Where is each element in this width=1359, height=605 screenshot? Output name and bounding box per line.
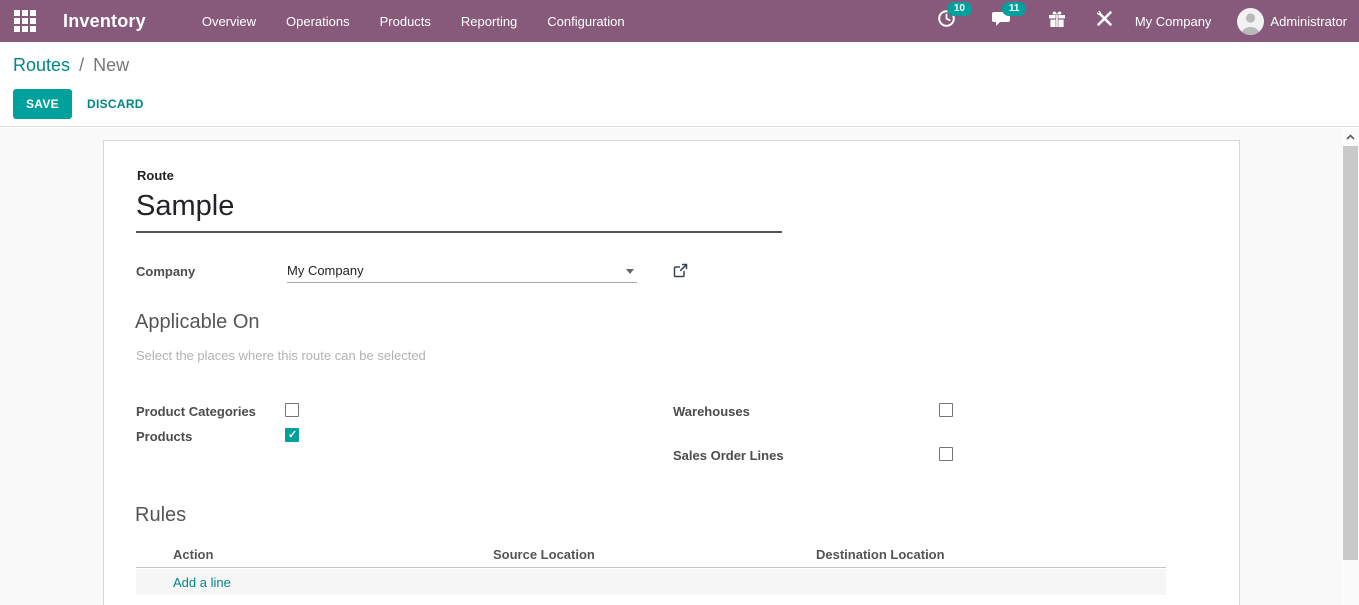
nav-item-reporting[interactable]: Reporting: [461, 10, 517, 33]
nav-item-products[interactable]: Products: [380, 10, 431, 33]
user-menu[interactable]: Administrator: [1270, 14, 1347, 29]
developer-tools-menu[interactable]: [1096, 10, 1113, 32]
nav-item-configuration[interactable]: Configuration: [547, 10, 624, 33]
sales-order-lines-label: Sales Order Lines: [673, 448, 784, 463]
products-label: Products: [136, 429, 192, 444]
control-panel: Routes / New SAVE DISCARD: [0, 42, 1359, 127]
rules-add-row[interactable]: Add a line: [136, 569, 1166, 595]
rules-table: Action Source Location Destination Locat…: [136, 545, 1166, 595]
company-switcher[interactable]: My Company: [1135, 14, 1212, 29]
warehouses-row: Warehouses: [673, 403, 750, 419]
app-title[interactable]: Inventory: [63, 11, 146, 32]
scrollbar-thumb[interactable]: [1343, 146, 1358, 560]
route-name-input[interactable]: Sample: [136, 189, 782, 233]
rules-col-action: Action: [173, 547, 213, 562]
apps-grid-icon[interactable]: [14, 10, 36, 32]
breadcrumb-routes-link[interactable]: Routes: [13, 55, 70, 75]
breadcrumb-separator: /: [79, 55, 84, 75]
content-area: Route Sample Company My Company Applicab…: [0, 128, 1359, 605]
breadcrumb-current: New: [93, 55, 129, 75]
product-categories-checkbox[interactable]: [285, 403, 299, 417]
product-categories-label: Product Categories: [136, 404, 256, 419]
rules-title: Rules: [135, 504, 186, 527]
company-select[interactable]: My Company: [287, 263, 637, 283]
company-field-label: Company: [136, 264, 195, 279]
sales-order-lines-checkbox[interactable]: [939, 447, 953, 461]
sales-order-lines-row: Sales Order Lines: [673, 447, 784, 463]
company-select-value: My Company: [287, 263, 364, 278]
control-panel-buttons: SAVE DISCARD: [13, 89, 1346, 119]
company-row: Company My Company: [136, 263, 736, 281]
product-categories-row: Product Categories: [136, 403, 256, 419]
rules-table-header: Action Source Location Destination Locat…: [136, 545, 1166, 568]
warehouses-label: Warehouses: [673, 404, 750, 419]
user-avatar[interactable]: [1237, 8, 1264, 35]
gift-icon: [1048, 10, 1066, 33]
scroll-up-button[interactable]: [1342, 128, 1359, 146]
products-row: Products: [136, 428, 192, 444]
nav-item-operations[interactable]: Operations: [286, 10, 350, 33]
add-a-line-link[interactable]: Add a line: [173, 575, 231, 590]
rules-col-destination-location: Destination Location: [816, 547, 945, 562]
messages-count-badge: 11: [1002, 2, 1027, 16]
activity-count-badge: 10: [947, 2, 972, 16]
nav-menu: Overview Operations Products Reporting C…: [202, 10, 625, 33]
activity-menu[interactable]: 10: [937, 9, 956, 33]
tools-icon: [1096, 10, 1113, 32]
gift-menu[interactable]: [1048, 10, 1066, 33]
chevron-down-icon: [626, 269, 634, 274]
external-link-icon[interactable]: [673, 263, 688, 283]
products-checkbox[interactable]: [285, 428, 299, 442]
form-sheet: Route Sample Company My Company Applicab…: [103, 140, 1240, 605]
applicable-on-title: Applicable On: [135, 311, 260, 334]
messages-menu[interactable]: 11: [992, 9, 1012, 33]
top-navbar: Inventory Overview Operations Products R…: [0, 0, 1359, 42]
save-button[interactable]: SAVE: [13, 89, 72, 119]
discard-button[interactable]: DISCARD: [73, 89, 158, 119]
breadcrumb: Routes / New: [13, 55, 1346, 76]
navbar-right: 10 11 My Company Administrator: [937, 8, 1347, 35]
rules-col-source-location: Source Location: [493, 547, 595, 562]
nav-item-overview[interactable]: Overview: [202, 10, 256, 33]
warehouses-checkbox[interactable]: [939, 403, 953, 417]
route-field-label: Route: [137, 168, 174, 183]
scrollbar[interactable]: [1342, 128, 1359, 605]
applicable-on-help: Select the places where this route can b…: [136, 348, 426, 363]
